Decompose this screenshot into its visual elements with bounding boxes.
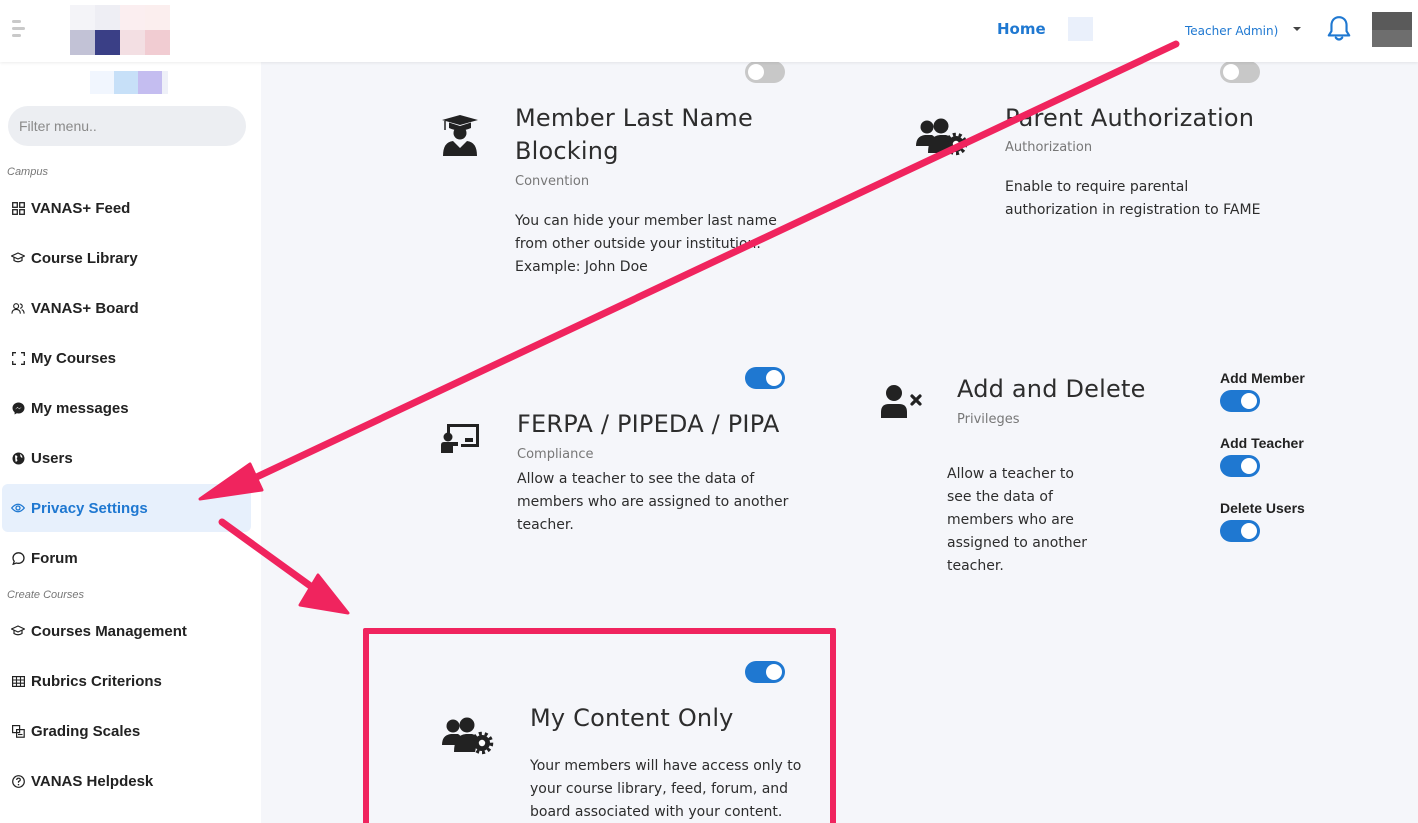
bell-icon[interactable]	[1326, 15, 1352, 43]
sidebar-item-vanas-board[interactable]: VANAS+ Board	[2, 284, 251, 332]
last-name-blocking-toggle[interactable]	[745, 61, 785, 83]
add-teacher-toggle[interactable]	[1220, 455, 1260, 477]
parent-authorization-toggle[interactable]	[1220, 61, 1260, 83]
sidebar-item-vanas-feed[interactable]: VANAS+ Feed	[2, 184, 251, 232]
sidebar-item-courses-management[interactable]: Courses Management	[2, 607, 251, 655]
last-name-title-line2: Blocking	[515, 137, 619, 165]
globe-icon	[11, 451, 25, 465]
frame-icon	[11, 351, 25, 365]
logo[interactable]	[70, 5, 170, 55]
add-delete-subtitle: Privileges	[957, 412, 1020, 427]
nav-home-link[interactable]: Home	[997, 20, 1046, 38]
last-name-desc-line2: from other outside your institution.	[515, 236, 761, 252]
question-circle-icon	[11, 774, 25, 788]
sidebar-item-label: Grading Scales	[31, 722, 141, 740]
add-delete-desc-line2: see the data of	[947, 489, 1053, 505]
sidebar-item-label: My Courses	[31, 349, 117, 367]
users-icon	[11, 301, 25, 315]
delete-users-toggle[interactable]	[1220, 520, 1260, 542]
sidebar-item-label: Course Library	[31, 249, 138, 267]
user-menu[interactable]: Teacher Admin)	[1185, 24, 1278, 38]
add-delete-desc-line5: teacher.	[947, 558, 1004, 574]
section-label-create-courses: Create Courses	[7, 589, 85, 601]
sidebar-item-label: VANAS+ Feed	[31, 199, 131, 217]
avatar[interactable]	[1372, 12, 1412, 47]
parent-auth-desc-line1: Enable to require parental	[1005, 179, 1189, 195]
hamburger-menu-icon[interactable]	[12, 20, 26, 40]
section-label-campus: Campus	[7, 166, 48, 178]
sidebar-item-label: Privacy Settings	[31, 499, 148, 517]
scale-icon	[11, 724, 25, 738]
grid-icon	[11, 201, 25, 215]
sidebar-item-label: Courses Management	[31, 622, 187, 640]
ferpa-desc-line3: teacher.	[517, 517, 574, 533]
sidebar-item-my-messages[interactable]: My messages	[2, 384, 251, 432]
sidebar-item-forum[interactable]: Forum	[2, 534, 251, 582]
add-member-toggle[interactable]	[1220, 390, 1260, 412]
ferpa-toggle[interactable]	[745, 367, 785, 389]
sidebar-item-my-courses[interactable]: My Courses	[2, 334, 251, 382]
sidebar-logo	[90, 71, 168, 94]
ferpa-subtitle: Compliance	[517, 447, 594, 462]
users-cog-icon	[916, 118, 968, 156]
sidebar-item-vanas-helpdesk[interactable]: VANAS Helpdesk	[2, 757, 251, 805]
sidebar-item-label: Users	[31, 449, 73, 467]
ferpa-desc-line1: Allow a teacher to see the data of	[517, 471, 755, 487]
ferpa-title: FERPA / PIPEDA / PIPA	[517, 410, 780, 438]
add-delete-desc-line3: members who are	[947, 512, 1074, 528]
sidebar-item-label: VANAS+ Board	[31, 299, 139, 317]
add-delete-desc-line1: Allow a teacher to	[947, 466, 1074, 482]
last-name-desc-line1: You can hide your member last name	[515, 213, 777, 229]
graduation-cap-icon	[11, 251, 25, 265]
user-times-icon	[881, 385, 922, 418]
teacher-board-icon	[441, 424, 479, 453]
parent-auth-desc-line2: authorization in registration to FAME	[1005, 202, 1261, 218]
sidebar-item-users[interactable]: Users	[2, 434, 251, 482]
table-icon	[11, 674, 25, 688]
sidebar: Campus VANAS+ Feed Course Library VANAS+…	[0, 62, 261, 823]
parent-auth-subtitle: Authorization	[1005, 140, 1093, 155]
graduation-cap-icon	[11, 624, 25, 638]
caret-down-icon[interactable]	[1293, 27, 1301, 31]
sidebar-item-privacy-settings[interactable]: Privacy Settings	[2, 484, 251, 532]
last-name-subtitle: Convention	[515, 174, 590, 189]
annotation-highlight-box	[363, 628, 836, 823]
add-member-label: Add Member	[1220, 370, 1305, 386]
last-name-desc-line3: Example: John Doe	[515, 259, 648, 275]
ferpa-desc-line2: members who are assigned to another	[517, 494, 789, 510]
parent-auth-title: Parent Authorization	[1005, 104, 1255, 132]
chat-bubble-icon	[11, 551, 25, 565]
add-delete-desc-line4: assigned to another	[947, 535, 1088, 551]
top-bar: Home Teacher Admin)	[0, 0, 1418, 62]
sidebar-item-label: My messages	[31, 399, 129, 417]
sidebar-item-label: Rubrics Criterions	[31, 672, 162, 690]
filter-menu-input[interactable]	[8, 106, 246, 146]
eye-icon	[11, 501, 25, 515]
last-name-title-line1: Member Last Name	[515, 104, 753, 132]
messenger-icon	[11, 401, 25, 415]
sidebar-item-course-library[interactable]: Course Library	[2, 234, 251, 282]
graduate-icon	[442, 115, 478, 156]
add-teacher-label: Add Teacher	[1220, 435, 1304, 451]
sidebar-item-label: Forum	[31, 549, 78, 567]
sidebar-item-label: VANAS Helpdesk	[31, 772, 154, 790]
sidebar-item-grading-scales[interactable]: Grading Scales	[2, 707, 251, 755]
delete-users-label: Delete Users	[1220, 500, 1305, 516]
nav-placeholder[interactable]	[1068, 17, 1093, 41]
sidebar-item-rubrics-criterions[interactable]: Rubrics Criterions	[2, 657, 251, 705]
add-delete-title: Add and Delete	[957, 375, 1146, 403]
